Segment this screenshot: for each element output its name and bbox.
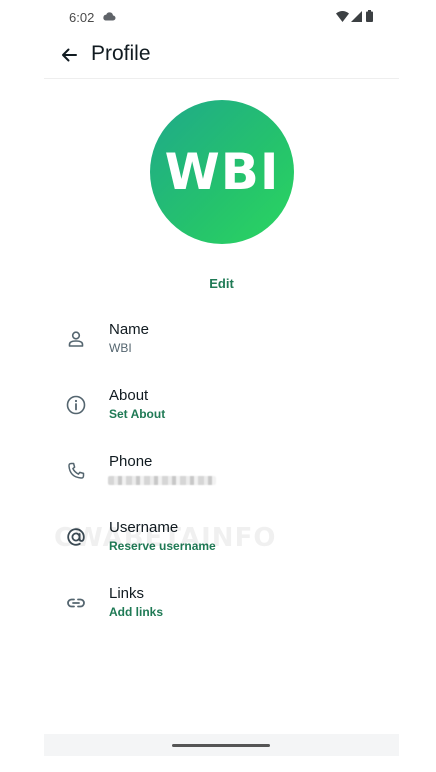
cloud-icon [103, 12, 116, 21]
about-label: About [109, 387, 149, 404]
home-handle[interactable] [172, 744, 270, 747]
gesture-nav-bar [44, 734, 399, 756]
name-label: Name [109, 321, 150, 338]
profile-avatar[interactable]: WBI [150, 100, 294, 244]
links-row[interactable]: Links Add links [44, 585, 399, 633]
battery-icon [366, 10, 373, 22]
link-icon [67, 598, 85, 608]
wifi-icon [336, 11, 349, 22]
phone-icon [68, 462, 85, 479]
links-value[interactable]: Add links [109, 605, 163, 619]
phone-number-redacted [108, 476, 216, 485]
watermark: CWABETAINFO [54, 523, 277, 553]
back-button[interactable] [54, 40, 84, 70]
signal-icon [351, 11, 362, 22]
avatar-text: WBI [164, 143, 280, 201]
status-time: 6:02 [69, 10, 95, 25]
links-label: Links [109, 585, 145, 602]
phone-row[interactable]: Phone [44, 453, 399, 501]
about-value[interactable]: Set About [109, 407, 165, 421]
name-row[interactable]: Name WBI [44, 321, 399, 369]
person-icon [68, 331, 84, 347]
page-title: Profile [91, 42, 151, 65]
arrow-left-icon [62, 48, 77, 62]
profile-screen: 6:02 Profile WBI Edit Name WBI About Set… [44, 0, 399, 772]
edit-photo-link[interactable]: Edit [44, 276, 399, 291]
status-bar: 6:02 [44, 0, 399, 36]
info-icon [66, 395, 86, 415]
phone-label: Phone [109, 453, 153, 470]
about-row[interactable]: About Set About [44, 387, 399, 435]
app-bar: Profile [44, 36, 399, 79]
name-value: WBI [109, 341, 132, 355]
